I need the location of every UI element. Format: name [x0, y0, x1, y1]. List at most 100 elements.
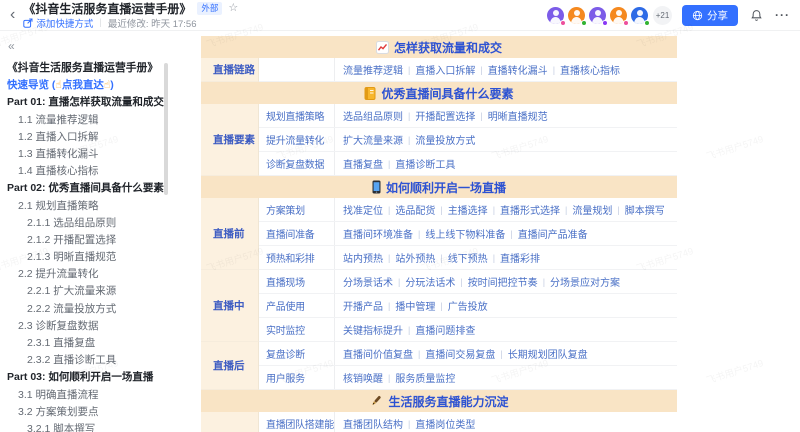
outline-item[interactable]: 1.3 直播转化漏斗 [0, 146, 176, 163]
outline-item[interactable]: 2.1.1 选品组品原则 [0, 215, 176, 232]
subcategory-link[interactable]: 直播间准备 [259, 222, 335, 245]
doc-link[interactable]: 直播形式选择 [500, 202, 560, 217]
title-block: 《抖音生活服务直播运营手册》 外部 ☆ 添加快捷方式 | 最近修改: 昨天 17… [23, 1, 238, 29]
back-button[interactable]: ‹ [10, 7, 15, 23]
doc-link[interactable]: 站内预热 [343, 250, 383, 265]
doc-link[interactable]: 播中管理 [395, 298, 435, 313]
doc-link[interactable]: 分场景应对方案 [550, 274, 620, 289]
table-band: 怎样获取流量和成交直播链路流量推荐逻辑|直播入口拆解|直播转化漏斗|直播核心指标 [201, 36, 677, 82]
outline-item[interactable]: 2.1.2 开播配置选择 [0, 232, 176, 249]
table-row: 预热和彩排站内预热|站外预热|线下预热|直播彩排 [259, 246, 677, 270]
subcategory-link[interactable]: 预热和彩排 [259, 246, 335, 269]
collapse-sidebar-icon[interactable]: « [8, 39, 15, 53]
avatar[interactable] [547, 7, 564, 24]
more-options-icon[interactable]: ··· [775, 8, 790, 22]
subcategory-link[interactable]: 用户服务 [259, 366, 335, 389]
outline-item[interactable]: 2.1 规划直播策略 [0, 198, 176, 215]
doc-link[interactable]: 主播选择 [448, 202, 488, 217]
doc-link[interactable]: 明晰直播规范 [488, 108, 548, 123]
doc-link[interactable]: 扩大流量来源 [343, 132, 403, 147]
subcategory-link[interactable]: 提升流量转化 [259, 128, 335, 151]
doc-link[interactable]: 流量规划 [572, 202, 612, 217]
doc-link[interactable]: 核销唤醒 [343, 370, 383, 385]
doc-link[interactable]: 直播间价值复盘 [343, 346, 413, 361]
doc-link[interactable]: 直播团队结构 [343, 416, 403, 431]
links-cell: 直播团队结构|直播岗位类型 [335, 412, 677, 432]
outline-item[interactable]: 1.1 流量推荐逻辑 [0, 112, 176, 129]
doc-link[interactable]: 站外预热 [395, 250, 435, 265]
subcategory-link[interactable]: 直播团队搭建能力 [259, 412, 335, 432]
links-cell: 开播产品|播中管理|广告投放 [335, 294, 677, 317]
subcategory-link[interactable]: 产品使用 [259, 294, 335, 317]
outline-item[interactable]: 2.2.2 流量投放方式 [0, 301, 176, 318]
doc-link[interactable]: 按时间把控节奏 [468, 274, 538, 289]
link-separator: | [543, 277, 545, 287]
outline-item[interactable]: Part 01: 直播怎样获取流量和成交 [0, 94, 176, 111]
doc-link[interactable]: 直播间产品准备 [518, 226, 588, 241]
outline-item[interactable]: 3.2 方案策划要点 [0, 404, 176, 421]
outline-item[interactable]: 快速导览 (☝点我直达☝) [0, 77, 176, 94]
link-separator: | [493, 205, 495, 215]
doc-link[interactable]: 选品配货 [395, 202, 435, 217]
doc-link[interactable]: 开播配置选择 [415, 108, 475, 123]
add-shortcut-button[interactable]: 添加快捷方式 [23, 16, 93, 30]
avatar[interactable] [589, 7, 606, 24]
outline-item[interactable]: 2.3.1 直播复盘 [0, 335, 176, 352]
avatar-group [543, 7, 648, 24]
doc-link[interactable]: 直播诊断工具 [395, 156, 455, 171]
outline-item[interactable]: 2.3.2 直播诊断工具 [0, 352, 176, 369]
subcategory-link[interactable]: 规划直播策略 [259, 104, 335, 127]
doc-link[interactable]: 直播复盘 [343, 156, 383, 171]
doc-link[interactable]: 关键指标提升 [343, 322, 403, 337]
outline-item[interactable]: 3.2.1 脚本撰写 [0, 421, 176, 432]
doc-link[interactable]: 广告投放 [448, 298, 488, 313]
subcategory-link[interactable]: 方案策划 [259, 198, 335, 221]
sidebar-scrollbar[interactable] [164, 63, 168, 195]
table-group: 直播团队搭建能力直播团队结构|直播岗位类型 [201, 412, 677, 432]
doc-link[interactable]: 直播核心指标 [560, 62, 620, 77]
doc-link[interactable]: 直播转化漏斗 [488, 62, 548, 77]
doc-link[interactable]: 找准定位 [343, 202, 383, 217]
avatar[interactable] [568, 7, 585, 24]
doc-link[interactable]: 线下预热 [448, 250, 488, 265]
doc-link[interactable]: 直播间环境准备 [343, 226, 413, 241]
doc-link[interactable]: 流量推荐逻辑 [343, 62, 403, 77]
doc-link[interactable]: 分场景话术 [343, 274, 393, 289]
outline-item[interactable]: 《抖音生活服务直播运营手册》 [0, 60, 176, 77]
band-title: 如何顺利开启一场直播 [386, 179, 506, 196]
doc-link[interactable]: 直播岗位类型 [415, 416, 475, 431]
collaborator-count-badge[interactable]: +21 [653, 6, 672, 25]
share-button[interactable]: 分享 [682, 5, 738, 26]
outline-item[interactable]: 3.1 明确直播流程 [0, 387, 176, 404]
doc-link[interactable]: 流量投放方式 [415, 132, 475, 147]
doc-link[interactable]: 服务质量监控 [395, 370, 455, 385]
doc-link[interactable]: 选品组品原则 [343, 108, 403, 123]
avatar[interactable] [631, 7, 648, 24]
bell-icon[interactable] [750, 9, 763, 22]
subcategory-link[interactable]: 实时监控 [259, 318, 335, 341]
avatar[interactable] [610, 7, 627, 24]
outline-item[interactable]: Part 03: 如何顺利开启一场直播 [0, 369, 176, 386]
outline-item[interactable]: 2.1.3 明晰直播规范 [0, 249, 176, 266]
outline-item[interactable]: 1.2 直播入口拆解 [0, 129, 176, 146]
outline-item[interactable]: 2.3 诊断复盘数据 [0, 318, 176, 335]
doc-link[interactable]: 开播产品 [343, 298, 383, 313]
subcategory-link[interactable]: 复盘诊断 [259, 342, 335, 365]
doc-link[interactable]: 长期规划团队复盘 [508, 346, 588, 361]
outline-item[interactable]: Part 02: 优秀直播间具备什么要素 [0, 180, 176, 197]
doc-link[interactable]: 直播间交易复盘 [425, 346, 495, 361]
outline-item[interactable]: 1.4 直播核心指标 [0, 163, 176, 180]
doc-link[interactable]: 直播彩排 [500, 250, 540, 265]
doc-link[interactable]: 脚本撰写 [625, 202, 665, 217]
subcategory-link[interactable]: 直播现场 [259, 270, 335, 293]
doc-link[interactable]: 直播入口拆解 [415, 62, 475, 77]
doc-link[interactable]: 分玩法话术 [405, 274, 455, 289]
outline-item[interactable]: 2.2.1 扩大流量来源 [0, 283, 176, 300]
doc-link[interactable]: 线上线下物料准备 [425, 226, 505, 241]
doc-table: 怎样获取流量和成交直播链路流量推荐逻辑|直播入口拆解|直播转化漏斗|直播核心指标… [201, 36, 677, 432]
outline-item[interactable]: 2.2 提升流量转化 [0, 266, 176, 283]
table-group: 直播链路流量推荐逻辑|直播入口拆解|直播转化漏斗|直播核心指标 [201, 58, 677, 82]
doc-link[interactable]: 直播问题排查 [415, 322, 475, 337]
subcategory-link[interactable]: 诊断复盘数据 [259, 152, 335, 175]
star-icon[interactable]: ☆ [228, 3, 238, 14]
